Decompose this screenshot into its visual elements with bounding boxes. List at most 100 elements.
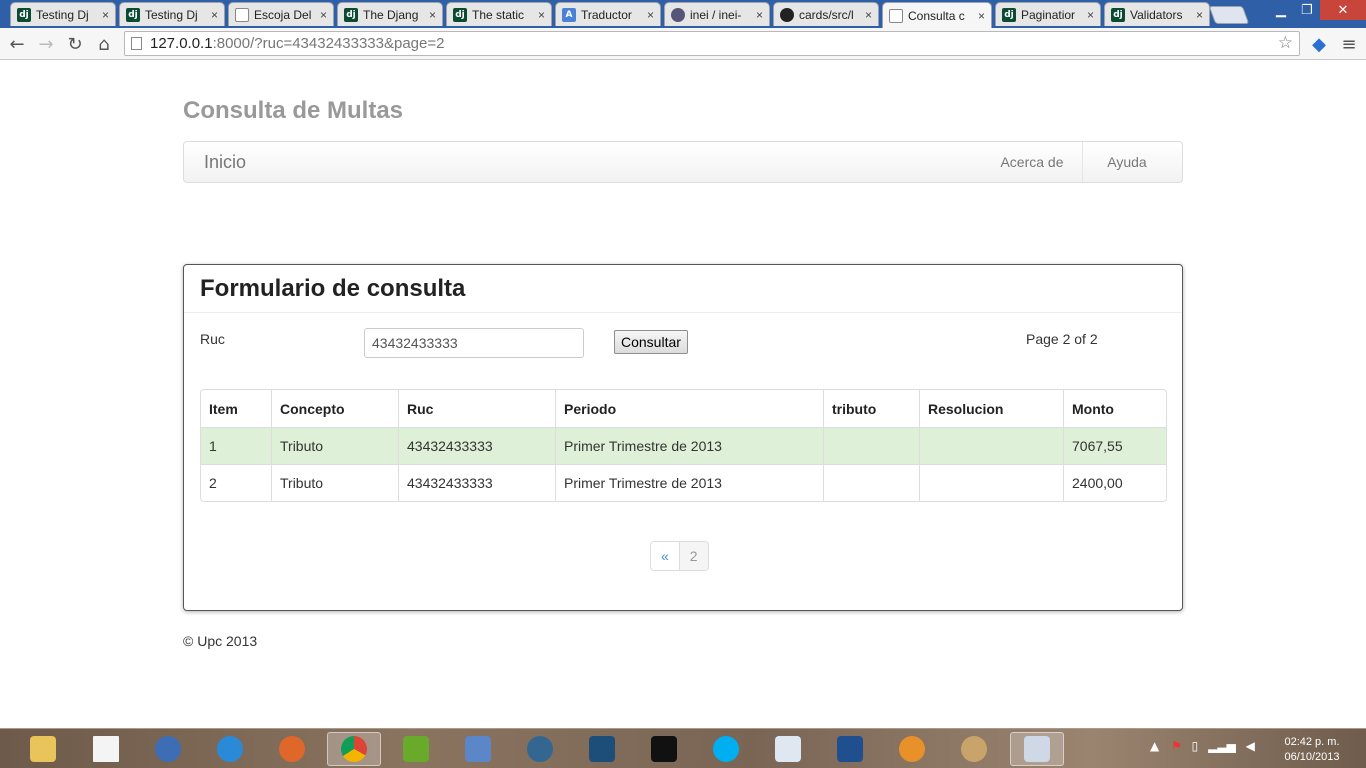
url-host: 127.0.0.1: [150, 35, 213, 52]
tab-close-icon[interactable]: ×: [865, 8, 872, 22]
page-viewport: Consulta de Multas Inicio Acerca de Ayud…: [0, 61, 1366, 728]
tab-close-icon[interactable]: ×: [538, 8, 545, 22]
top-navbar: Inicio Acerca de Ayuda: [183, 141, 1183, 183]
tab-close-icon[interactable]: ×: [429, 8, 436, 22]
site-title: Consulta de Multas: [183, 97, 404, 124]
browser-tab[interactable]: dj Validators ×: [1104, 2, 1210, 26]
notepad-icon[interactable]: [79, 732, 133, 766]
table-cell: Primer Trimestre de 2013: [555, 464, 823, 501]
browser-tab[interactable]: inei / inei- ×: [664, 2, 770, 26]
nav-brand-inicio[interactable]: Inicio: [204, 152, 246, 173]
reload-icon[interactable]: ↻: [63, 32, 87, 56]
browser-toolbar: ← → ↻ ⌂ 127.0.0.1:8000/?ruc=43432433333&…: [0, 28, 1366, 60]
taskbar: ▲ ⚑ ▯ ▂▃▅ ◀ 02:42 p. m. 06/10/2013: [0, 728, 1366, 768]
chrome-icon[interactable]: [327, 732, 381, 766]
tab-close-icon[interactable]: ×: [1196, 8, 1203, 22]
network-icon[interactable]: ▂▃▅: [1208, 739, 1236, 753]
virtualbox-icon[interactable]: [451, 732, 505, 766]
tab-title: Traductor: [581, 7, 632, 22]
pagination: « 2: [650, 541, 709, 571]
file-explorer-icon[interactable]: [16, 732, 70, 766]
minimize-icon[interactable]: ▁: [1268, 0, 1294, 20]
paint-icon[interactable]: [947, 732, 1001, 766]
browser-tab[interactable]: dj The static ×: [446, 2, 552, 26]
home-icon[interactable]: ⌂: [92, 32, 116, 56]
panel-header: Formulario de consulta: [184, 265, 1182, 313]
nav-link-ayuda[interactable]: Ayuda: [1083, 142, 1171, 182]
tab-title: inei / inei-: [690, 7, 742, 22]
column-header: Item: [209, 400, 238, 417]
inei-icon: [671, 7, 685, 22]
browser-tab[interactable]: A Traductor ×: [555, 2, 661, 26]
tab-close-icon[interactable]: ×: [211, 8, 218, 22]
table-cell: [919, 464, 1063, 501]
ruc-input[interactable]: [364, 328, 584, 358]
table-cell: Primer Trimestre de 2013: [555, 427, 823, 464]
firefox-icon[interactable]: [265, 732, 319, 766]
table-cell: 43432433333: [398, 464, 555, 501]
browser-tab[interactable]: cards/src/l ×: [773, 2, 879, 26]
postgresql-icon[interactable]: [513, 732, 567, 766]
powershell-icon[interactable]: [823, 732, 877, 766]
django-icon: dj: [17, 7, 31, 22]
table-cell: [919, 427, 1063, 464]
mysql-workbench-icon[interactable]: [575, 732, 629, 766]
document-viewer-icon[interactable]: [761, 732, 815, 766]
browser-tab[interactable]: dj The Djang ×: [337, 2, 443, 26]
column-header: Periodo: [555, 390, 823, 427]
battery-icon[interactable]: ▯: [1192, 739, 1199, 753]
new-tab-button[interactable]: [1208, 6, 1250, 24]
forward-icon[interactable]: →: [34, 32, 58, 56]
internet-explorer-icon[interactable]: [203, 732, 257, 766]
flag-icon[interactable]: ⚑: [1171, 739, 1182, 753]
tab-title: The static: [472, 7, 525, 22]
tab-title: Testing Dj: [145, 7, 198, 22]
browser-tab[interactable]: dj Paginatior ×: [995, 2, 1101, 26]
clock-date: 06/10/2013: [1284, 751, 1340, 763]
close-window-icon[interactable]: ✕: [1320, 0, 1366, 20]
back-icon[interactable]: ←: [5, 32, 29, 56]
extension-icon[interactable]: ◆: [1307, 32, 1331, 56]
volume-icon[interactable]: ◀: [1246, 739, 1255, 753]
thunderbird-icon[interactable]: [141, 732, 195, 766]
browser-tab[interactable]: Escoja Del ×: [228, 2, 334, 26]
tab-close-icon[interactable]: ×: [102, 8, 109, 22]
column-header: tributo: [823, 390, 919, 427]
spring-tool-icon[interactable]: [389, 732, 443, 766]
system-tray: ▲ ⚑ ▯ ▂▃▅ ◀: [1150, 739, 1255, 753]
tray-expand-icon[interactable]: ▲: [1150, 739, 1159, 753]
browser-tab[interactable]: dj Testing Dj ×: [10, 2, 116, 26]
tab-title: Consulta c: [908, 8, 965, 23]
skype-icon[interactable]: [699, 732, 753, 766]
consultar-button[interactable]: Consultar: [614, 330, 688, 354]
column-header: Ruc: [398, 390, 555, 427]
terminal-icon[interactable]: [637, 732, 691, 766]
menu-icon[interactable]: ≡: [1337, 32, 1361, 56]
table-cell: Tributo: [271, 427, 398, 464]
tab-close-icon[interactable]: ×: [1087, 8, 1094, 22]
nav-link-acerca-de[interactable]: Acerca de: [982, 142, 1082, 182]
tab-close-icon[interactable]: ×: [320, 8, 327, 22]
tab-close-icon[interactable]: ×: [647, 8, 654, 22]
browser-tab[interactable]: dj Testing Dj ×: [119, 2, 225, 26]
results-table: Item Concepto Ruc Periodo tributo Resolu…: [200, 389, 1167, 502]
tab-close-icon[interactable]: ×: [756, 8, 763, 22]
address-bar[interactable]: 127.0.0.1:8000/?ruc=43432433333&page=2 ☆: [124, 31, 1300, 56]
aptana-icon[interactable]: [885, 732, 939, 766]
table-cell: 43432433333: [398, 427, 555, 464]
django-icon: dj: [126, 7, 140, 22]
tab-strip: dj Testing Dj × dj Testing Dj × Escoja D…: [0, 0, 1366, 28]
django-icon: dj: [453, 7, 467, 22]
bookmark-star-icon[interactable]: ☆: [1278, 33, 1293, 53]
remote-desktop-icon[interactable]: [1010, 732, 1064, 766]
maximize-icon[interactable]: ❐: [1294, 0, 1320, 20]
table-cell: 2: [201, 464, 271, 501]
url-rest: :8000/?ruc=43432433333&page=2: [212, 35, 445, 52]
pagination-prev[interactable]: «: [650, 541, 680, 571]
tab-close-icon[interactable]: ×: [978, 9, 985, 23]
tab-title: Paginatior: [1021, 7, 1076, 22]
taskbar-clock[interactable]: 02:42 p. m. 06/10/2013: [1280, 735, 1344, 765]
table-cell: [823, 464, 919, 501]
browser-tab-active[interactable]: Consulta c ×: [882, 2, 992, 28]
url-text: 127.0.0.1:8000/?ruc=43432433333&page=2: [150, 35, 444, 52]
